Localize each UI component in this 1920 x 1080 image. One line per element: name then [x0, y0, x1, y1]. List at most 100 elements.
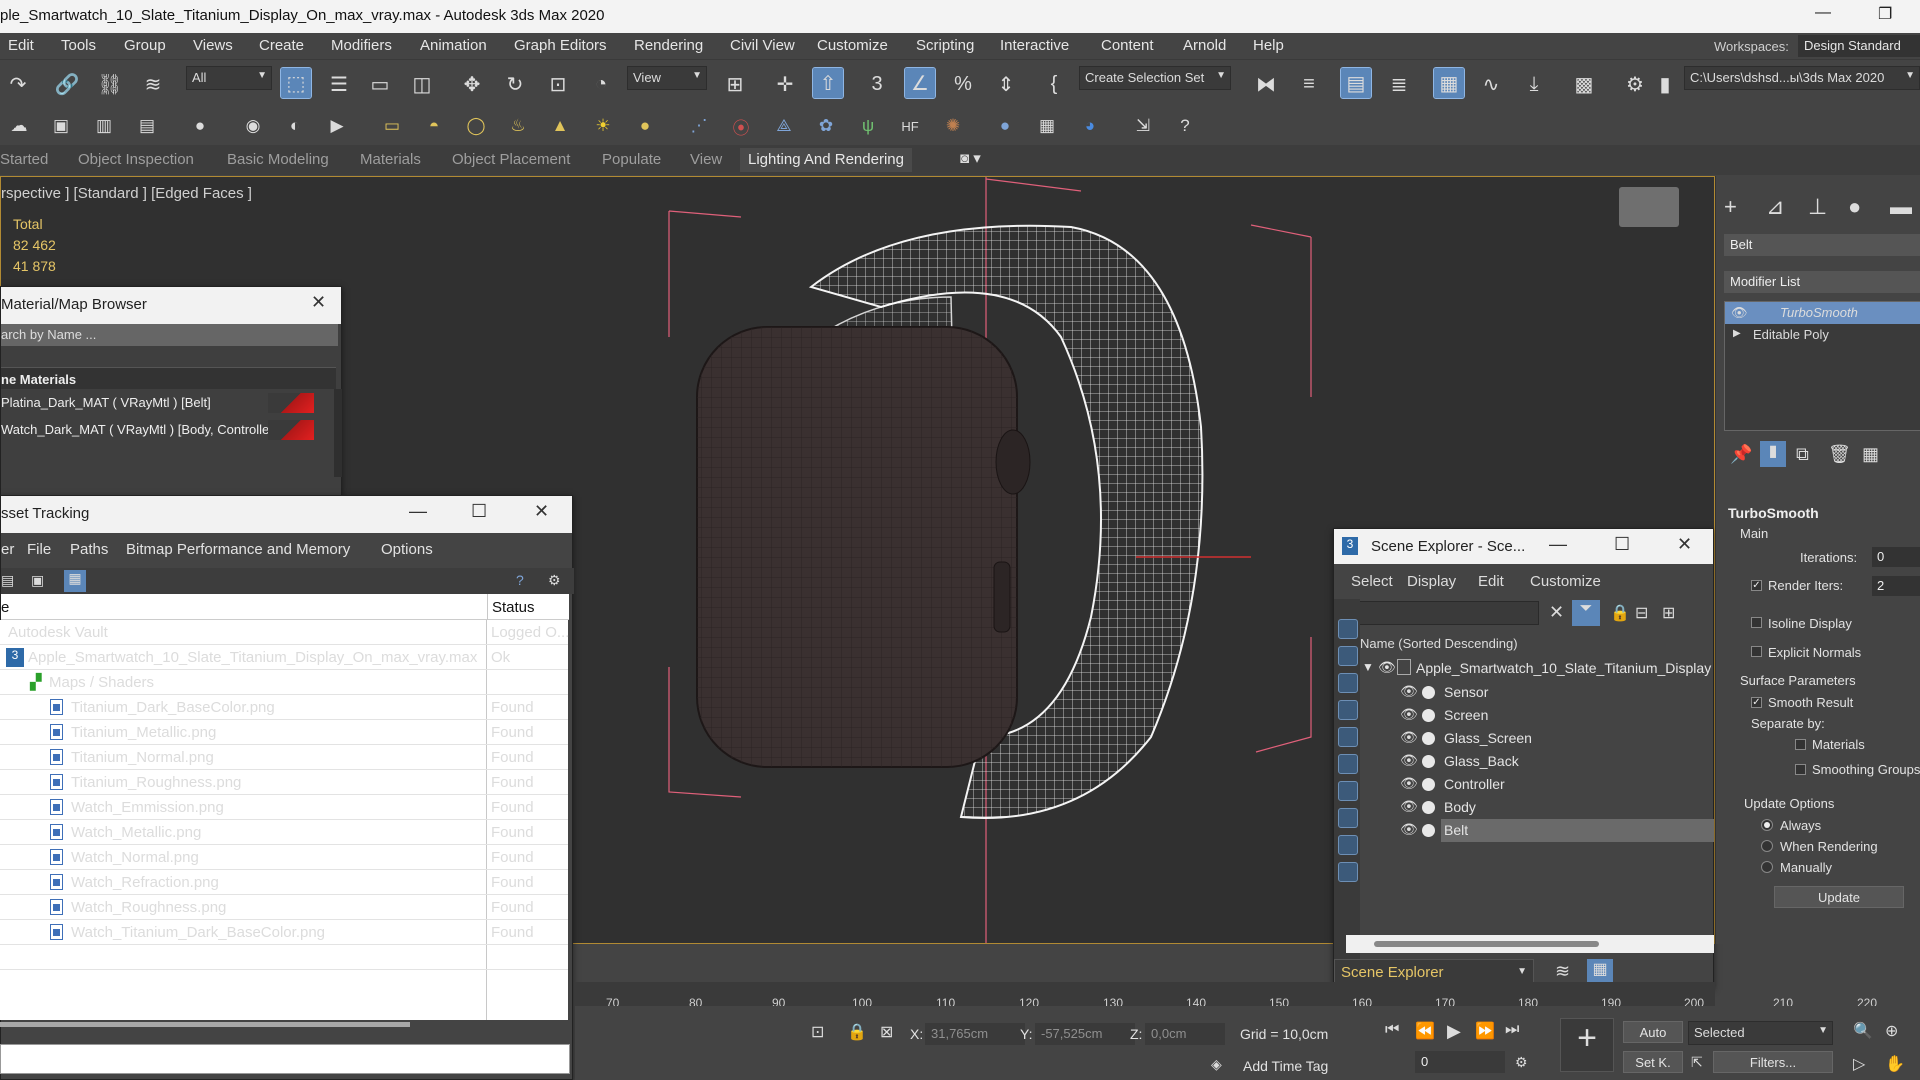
menu-animation[interactable]: Animation — [420, 37, 487, 54]
explicit-normals-checkbox[interactable] — [1751, 646, 1762, 657]
shapes-filter-icon[interactable] — [1338, 646, 1358, 666]
create-tab-icon[interactable]: + — [1724, 194, 1737, 220]
material-row[interactable]: Watch_Dark_MAT ( VRayMtl ) [Body, Contro… — [1, 418, 326, 442]
curve-editor-icon[interactable]: ∿ — [1476, 69, 1506, 99]
list-view-icon[interactable]: ▤ — [1, 572, 14, 589]
display-tab-icon[interactable]: ▬ — [1890, 194, 1912, 220]
tab-populate[interactable]: Populate — [602, 151, 661, 168]
export-icon[interactable]: ⇲ — [1128, 111, 1158, 141]
scale-icon[interactable]: ⊡ — [543, 69, 573, 99]
visibility-eye-icon[interactable]: 👁 — [1400, 775, 1418, 792]
update-when-rendering-radio[interactable] — [1761, 840, 1773, 852]
table-row[interactable]: Watch_Roughness.png Found — [0, 895, 568, 920]
maximize-icon[interactable]: ☐ — [471, 501, 487, 522]
render-icon[interactable]: ▣ — [46, 111, 76, 141]
film-icon[interactable]: ▶ — [322, 111, 352, 141]
ribbon-toggle-icon[interactable]: ▦ — [1433, 67, 1465, 99]
menu-edit[interactable]: Edit — [8, 37, 34, 54]
table-row[interactable]: Titanium_Metallic.png Found — [0, 720, 568, 745]
menu-select[interactable]: Select — [1351, 573, 1393, 590]
field-of-view-icon[interactable]: ▷ — [1853, 1054, 1865, 1074]
layer-hierarchy-icon[interactable]: ⊞ — [1662, 603, 1675, 623]
select-by-name-icon[interactable]: ☰ — [324, 69, 354, 99]
material-search-input[interactable]: arch by Name ... — [1, 324, 338, 346]
menu-rendering[interactable]: Rendering — [634, 37, 703, 54]
table-row[interactable]: Watch_Emmission.png Found — [0, 795, 568, 820]
modifier-visibility-eye-icon[interactable]: 👁 — [1731, 305, 1748, 321]
separate-smoothing-groups-checkbox[interactable] — [1795, 764, 1806, 775]
tab-view[interactable]: View — [690, 151, 722, 168]
restore-button[interactable]: ❐ — [1878, 4, 1892, 24]
vray-hair-icon[interactable]: HF — [895, 111, 925, 141]
render-frame-icon[interactable]: ▮ — [1650, 69, 1680, 99]
edit-named-selection-icon[interactable]: { — [1039, 69, 1069, 99]
expand-arrow-icon[interactable]: ▶ — [1733, 328, 1741, 339]
document-icon[interactable]: ▥ — [89, 111, 119, 141]
tab-basic-modeling[interactable]: Basic Modeling — [227, 151, 329, 168]
selection-lock-icon[interactable]: ⊡ — [811, 1022, 824, 1042]
table-row[interactable]: Watch_Refraction.png Found — [0, 870, 568, 895]
pivot-center-icon[interactable]: ⊞ — [720, 69, 750, 99]
scene-root-row[interactable]: ▼ 👁 Apple_Smartwatch_10_Slate_Titanium_D… — [1360, 657, 1715, 680]
tab-lighting-and-rendering[interactable]: Lighting And Rendering — [740, 148, 912, 172]
minimize-icon[interactable]: — — [409, 501, 427, 522]
close-icon[interactable]: ✕ — [1677, 534, 1692, 555]
vray-grass-icon[interactable]: ψ — [853, 111, 883, 141]
visibility-eye-icon[interactable]: 👁 — [1378, 659, 1396, 676]
menu-tools[interactable]: Tools — [61, 37, 96, 54]
settings-icon[interactable]: ⚙ — [548, 572, 561, 589]
table-row[interactable]: Watch_Metallic.png Found — [0, 820, 568, 845]
ribbon-options-icon[interactable]: ◙ ▾ — [960, 149, 981, 167]
place-icon[interactable]: ◔ — [586, 69, 616, 99]
scene-column-header[interactable]: Name (Sorted Descending) — [1360, 633, 1715, 655]
scene-object-row-selected[interactable]: 👁 Belt — [1334, 819, 1714, 842]
scene-object-row[interactable]: 👁 Glass_Back — [1334, 750, 1714, 773]
set-key-big-button[interactable]: + — [1560, 1018, 1614, 1072]
camera-icon[interactable]: ◉ — [238, 111, 268, 141]
menu-edit[interactable]: Edit — [1478, 573, 1504, 590]
y-coord-field[interactable]: -57,525cm — [1035, 1023, 1135, 1045]
update-button[interactable]: Update — [1774, 886, 1904, 908]
menu-bitmap-performance[interactable]: Bitmap Performance and Memory — [126, 541, 350, 558]
geometry-filter-icon[interactable] — [1338, 619, 1358, 639]
current-frame-field[interactable]: 0 — [1415, 1051, 1505, 1073]
workspace-dropdown[interactable]: Design Standard — [1798, 35, 1920, 57]
dome-light-icon[interactable]: ◓ — [419, 111, 449, 141]
scene-horizontal-scrollbar[interactable] — [1346, 935, 1714, 953]
tab-materials[interactable]: Materials — [360, 151, 421, 168]
menu-display[interactable]: Display — [1407, 573, 1456, 590]
lock-icon[interactable]: 🔒 — [1610, 603, 1630, 623]
hierarchy-icon[interactable]: ⊟ — [1635, 603, 1648, 623]
z-coord-field[interactable]: 0,0cm — [1145, 1023, 1225, 1045]
project-folder-dropdown[interactable]: C:\Users\dshsd...ы\3ds Max 2020 ▼ — [1684, 66, 1920, 90]
tab-object-inspection[interactable]: Object Inspection — [78, 151, 194, 168]
thumbnail-view-icon[interactable]: ▣ — [31, 572, 44, 589]
snaps-toggle-icon[interactable]: 3 — [862, 69, 892, 99]
remove-modifier-icon[interactable]: 🗑 — [1828, 444, 1851, 465]
light-lister-icon[interactable]: ● — [185, 111, 215, 141]
time-config-icon[interactable]: ⚙ — [1515, 1054, 1528, 1071]
ambient-light-icon[interactable]: ● — [630, 111, 660, 141]
modifier-stack-item-turbosmooth[interactable]: 👁 TurboSmooth — [1725, 302, 1920, 324]
modifier-stack-item-editable-poly[interactable]: ▶ Editable Poly — [1725, 324, 1920, 346]
table-row[interactable]: Titanium_Dark_BaseColor.png Found — [0, 695, 568, 720]
go-to-start-icon[interactable]: ⏮ — [1385, 1021, 1399, 1039]
vray-proxy-icon[interactable]: ⋰ — [684, 111, 714, 141]
zoom-all-icon[interactable]: ⊕ — [1885, 1021, 1898, 1041]
scene-explorer-toggle-icon[interactable]: ▤ — [1340, 67, 1372, 99]
table-row[interactable]: ▞ Maps / Shaders — [0, 670, 568, 695]
asset-path-field[interactable] — [0, 1044, 570, 1074]
auto-key-button[interactable]: Auto — [1623, 1021, 1683, 1043]
show-end-result-icon[interactable]: ▮ — [1760, 441, 1786, 467]
render-iters-checkbox[interactable]: ✓ — [1751, 580, 1762, 591]
visibility-eye-icon[interactable]: 👁 — [1400, 752, 1418, 769]
lock-icon[interactable]: 🔒 — [847, 1022, 867, 1042]
asset-table-horizontal-scrollbar[interactable] — [0, 1022, 410, 1027]
material-ball-icon[interactable]: ● — [990, 111, 1020, 141]
set-key-button[interactable]: Set K. — [1623, 1051, 1683, 1073]
material-editor-icon[interactable]: ▩ — [1569, 69, 1599, 99]
render-iters-spinner[interactable]: 2 — [1872, 576, 1920, 596]
ies-light-icon[interactable]: ▲ — [545, 111, 575, 141]
minimize-button[interactable]: — — [1815, 4, 1831, 22]
help-icon[interactable]: ? — [516, 572, 524, 588]
